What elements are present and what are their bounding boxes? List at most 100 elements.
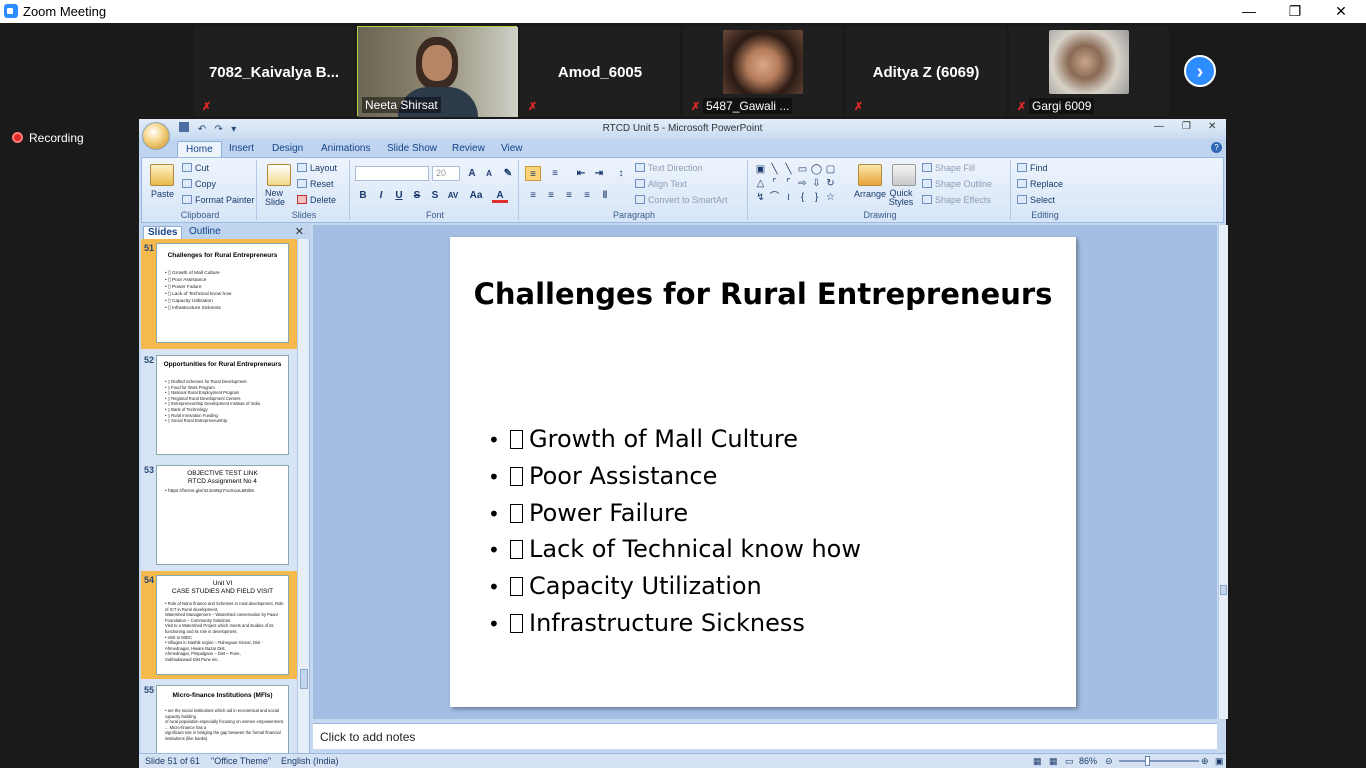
strikethrough-icon[interactable]: S xyxy=(409,188,425,203)
customize-qat-icon[interactable]: ▾ xyxy=(231,124,236,135)
cut-button[interactable]: Cut xyxy=(182,163,209,173)
increase-indent-icon[interactable]: ⇥ xyxy=(591,166,607,181)
close-button[interactable]: ✕ xyxy=(1318,0,1364,23)
slide-thumbnail[interactable]: 55 Micro-finance Institutions (MFIs) • a… xyxy=(141,681,297,753)
arc-shape-icon[interactable]: ⌒ xyxy=(768,191,781,204)
arrange-button[interactable]: Arrange xyxy=(854,189,886,199)
quick-styles-button[interactable]: Quick Styles xyxy=(888,189,914,207)
slide-thumbnail[interactable]: 52 Opportunities for Rural Entrepreneurs… xyxy=(141,351,297,459)
shrink-font-icon[interactable]: A xyxy=(481,166,497,181)
find-button[interactable]: Find xyxy=(1017,163,1048,173)
tab-insert[interactable]: Insert xyxy=(221,141,262,157)
thumbnail-scrollbar[interactable] xyxy=(297,239,309,753)
shape-outline-button[interactable]: Shape Outline xyxy=(922,179,992,189)
rectangle-shape-icon[interactable]: ▭ xyxy=(796,163,809,176)
slide-show-icon[interactable]: ▭ xyxy=(1065,756,1074,767)
participant-tile-active-speaker[interactable]: Neeta Shirsat xyxy=(357,26,518,117)
help-icon[interactable]: ? xyxy=(1211,142,1222,153)
tab-review[interactable]: Review xyxy=(444,141,493,157)
slide-title[interactable]: Challenges for Rural Entrepreneurs xyxy=(450,277,1076,311)
decrease-indent-icon[interactable]: ⇤ xyxy=(573,166,589,181)
shape-fill-button[interactable]: Shape Fill xyxy=(922,163,975,173)
connector-shape-icon[interactable]: ⌜ xyxy=(782,177,795,190)
fit-window-icon[interactable]: ▣ xyxy=(1215,756,1224,767)
tab-slide-show[interactable]: Slide Show xyxy=(379,141,445,157)
new-slide-button[interactable]: New Slide xyxy=(265,189,293,207)
brace-shape-icon[interactable]: { xyxy=(796,191,809,204)
zoom-in-icon[interactable]: ⊕ xyxy=(1201,756,1209,767)
zoom-slider-knob[interactable] xyxy=(1145,756,1150,766)
language-indicator[interactable]: English (India) xyxy=(281,756,339,766)
textbox-shape-icon[interactable]: ▣ xyxy=(754,163,767,176)
delete-button[interactable]: Delete xyxy=(297,195,336,205)
notes-pane[interactable]: Click to add notes xyxy=(313,723,1217,749)
undo-icon[interactable]: ↶ xyxy=(198,124,206,135)
layout-button[interactable]: Layout xyxy=(297,163,337,173)
ppt-restore-button[interactable]: ❐ xyxy=(1182,121,1191,132)
justify-icon[interactable]: ≡ xyxy=(579,188,595,203)
tab-view[interactable]: View xyxy=(493,141,531,157)
ppt-minimize-button[interactable]: — xyxy=(1154,121,1164,132)
participant-tile[interactable]: Amod_6005 ✗ xyxy=(520,26,680,116)
underline-icon[interactable]: U xyxy=(391,188,407,203)
slide-thumbnail[interactable]: 54 Unit VI CASE STUDIES AND FIELD VISIT … xyxy=(141,571,297,679)
font-size-select[interactable]: 20 xyxy=(432,166,460,181)
numbering-icon[interactable]: ≡ xyxy=(547,166,563,181)
change-case-icon[interactable]: Aa xyxy=(468,188,484,203)
columns-icon[interactable]: ‖ xyxy=(597,188,613,203)
participant-tile[interactable]: Aditya Z (6069) ✗ xyxy=(846,26,1006,116)
ppt-close-button[interactable]: ✕ xyxy=(1208,121,1216,132)
bullets-icon[interactable]: ≡ xyxy=(525,166,541,181)
shadow-icon[interactable]: S xyxy=(427,188,443,203)
zoom-slider[interactable] xyxy=(1119,760,1199,762)
chevron-right-icon[interactable]: › xyxy=(1184,55,1216,87)
convert-smartart-button[interactable]: Convert to SmartArt xyxy=(635,195,728,205)
slide-thumbnail[interactable]: 51 Challenges for Rural Entrepreneurs • … xyxy=(141,239,297,349)
align-right-icon[interactable]: ≡ xyxy=(561,188,577,203)
char-spacing-icon[interactable]: AV xyxy=(445,188,461,203)
italic-icon[interactable]: I xyxy=(373,188,389,203)
redo-icon[interactable]: ↷ xyxy=(215,124,223,135)
curve-shape-icon[interactable]: ↻ xyxy=(824,177,837,190)
tab-slides[interactable]: Slides xyxy=(143,226,183,239)
text-direction-button[interactable]: Text Direction xyxy=(635,163,703,173)
line-shape-icon[interactable]: ╲ xyxy=(768,163,781,176)
paste-button[interactable]: Paste xyxy=(151,189,174,199)
office-button[interactable] xyxy=(142,122,170,150)
zoom-out-icon[interactable]: ⊝ xyxy=(1105,756,1113,767)
tab-outline[interactable]: Outline xyxy=(185,226,225,239)
align-center-icon[interactable]: ≡ xyxy=(543,188,559,203)
brace-shape-icon[interactable]: } xyxy=(810,191,823,204)
line-shape-icon[interactable]: ╲ xyxy=(782,163,795,176)
clear-format-icon[interactable]: ✎ xyxy=(500,166,516,181)
line-spacing-icon[interactable]: ↕ xyxy=(613,166,629,181)
font-color-icon[interactable]: A xyxy=(492,188,508,203)
participant-tile[interactable]: 7082_Kaivalya B... ✗ xyxy=(194,26,354,116)
scrollbar-thumb[interactable] xyxy=(1220,585,1227,595)
lightning-shape-icon[interactable]: ↯ xyxy=(754,191,767,204)
slide-thumbnail[interactable]: 53 OBJECTIVE TEST LINK RTCD Assignment N… xyxy=(141,461,297,569)
align-text-button[interactable]: Align Text xyxy=(635,179,687,189)
bold-icon[interactable]: B xyxy=(355,188,371,203)
scrollbar-thumb[interactable] xyxy=(300,669,308,689)
arrow-right-shape-icon[interactable]: ⇨ xyxy=(796,177,809,190)
oval-shape-icon[interactable]: ◯ xyxy=(810,163,823,176)
copy-button[interactable]: Copy xyxy=(182,179,216,189)
participant-tile[interactable]: ✗ Gargi 6009 xyxy=(1009,26,1169,116)
close-icon[interactable]: ✕ xyxy=(295,225,304,238)
slide-scrollbar[interactable] xyxy=(1218,225,1228,719)
shape-effects-button[interactable]: Shape Effects xyxy=(922,195,991,205)
tab-design[interactable]: Design xyxy=(264,141,311,157)
star-shape-icon[interactable]: ☆ xyxy=(824,191,837,204)
font-family-select[interactable] xyxy=(355,166,429,181)
restore-button[interactable]: ❐ xyxy=(1272,0,1318,23)
select-button[interactable]: Select xyxy=(1017,195,1055,205)
replace-button[interactable]: Replace xyxy=(1017,179,1063,189)
connector-shape-icon[interactable]: ⌜ xyxy=(768,177,781,190)
tab-animations[interactable]: Animations xyxy=(313,141,378,157)
slide-sorter-icon[interactable]: ▦ xyxy=(1049,756,1058,767)
normal-view-icon[interactable]: ▦ xyxy=(1033,756,1042,767)
freeform-shape-icon[interactable]: ≀ xyxy=(782,191,795,204)
tab-home[interactable]: Home xyxy=(177,141,222,157)
reset-button[interactable]: Reset xyxy=(297,179,334,189)
